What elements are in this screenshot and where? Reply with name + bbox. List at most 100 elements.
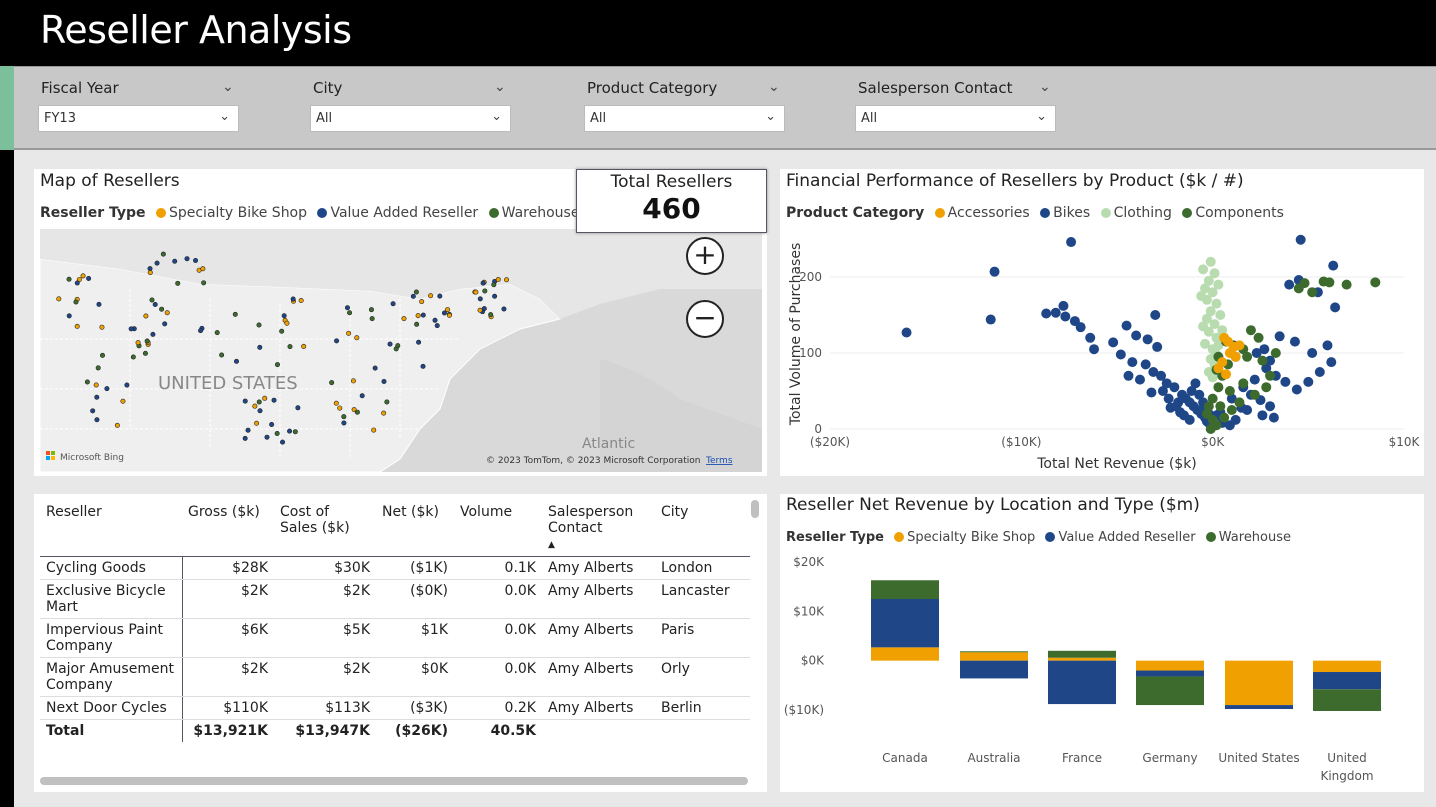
reseller-marker[interactable] bbox=[96, 301, 102, 307]
scatter-point[interactable] bbox=[1207, 372, 1218, 383]
scatter-point[interactable] bbox=[1322, 340, 1333, 351]
scatter-point[interactable] bbox=[1205, 424, 1216, 434]
scatter-point[interactable] bbox=[1249, 374, 1260, 385]
scatter-point[interactable] bbox=[1303, 376, 1314, 387]
reseller-marker[interactable] bbox=[74, 323, 80, 329]
reseller-marker[interactable] bbox=[254, 420, 260, 426]
map-terms-link[interactable]: Terms bbox=[705, 456, 733, 466]
chevron-down-icon[interactable]: ⌄ bbox=[222, 79, 234, 95]
reseller-marker[interactable] bbox=[390, 301, 396, 307]
scatter-point[interactable] bbox=[1213, 351, 1224, 362]
scatter-point[interactable] bbox=[1108, 337, 1119, 348]
bar-segment[interactable] bbox=[1313, 672, 1381, 690]
reseller-marker[interactable] bbox=[301, 343, 307, 349]
scatter-point[interactable] bbox=[1211, 349, 1222, 360]
reseller-marker[interactable] bbox=[428, 293, 434, 299]
scatter-point[interactable] bbox=[1173, 397, 1184, 408]
bar-segment[interactable] bbox=[1313, 689, 1381, 711]
scatter-point[interactable] bbox=[1222, 336, 1233, 347]
scatter-point[interactable] bbox=[1251, 348, 1262, 358]
scatter-point[interactable] bbox=[1234, 340, 1245, 351]
scatter-point[interactable] bbox=[1203, 401, 1214, 412]
reseller-marker[interactable] bbox=[387, 341, 393, 347]
scatter-point[interactable] bbox=[1205, 306, 1216, 317]
scatter-point[interactable] bbox=[1198, 264, 1209, 275]
scatter-point[interactable] bbox=[1171, 401, 1182, 412]
scatter-point[interactable] bbox=[1242, 405, 1253, 415]
bar-segment[interactable] bbox=[1136, 660, 1204, 671]
reseller-marker[interactable] bbox=[234, 358, 240, 364]
zoom-in-button[interactable]: + bbox=[686, 237, 724, 275]
reseller-marker[interactable] bbox=[359, 393, 365, 399]
scatter-point[interactable] bbox=[1265, 355, 1276, 366]
table-row[interactable]: Major Amusement Company $2K $2K $0K 0.0K Amy … bbox=[40, 657, 750, 697]
scatter-point[interactable] bbox=[1221, 336, 1232, 347]
reseller-marker[interactable] bbox=[114, 422, 120, 428]
reseller-marker[interactable] bbox=[279, 328, 285, 334]
bar-segment[interactable] bbox=[960, 651, 1028, 653]
reseller-marker[interactable] bbox=[274, 362, 280, 368]
vertical-scrollbar[interactable] bbox=[751, 500, 759, 518]
scatter-point[interactable] bbox=[1318, 276, 1329, 287]
scatter-point[interactable] bbox=[1257, 410, 1268, 421]
reseller-marker[interactable] bbox=[264, 434, 270, 440]
scatter-point[interactable] bbox=[1163, 393, 1174, 404]
scatter-point[interactable] bbox=[1217, 357, 1228, 368]
reseller-marker[interactable] bbox=[329, 380, 335, 386]
reseller-marker[interactable] bbox=[95, 365, 101, 371]
scatter-point[interactable] bbox=[1211, 420, 1222, 431]
scatter-point[interactable] bbox=[1152, 341, 1163, 352]
zoom-out-button[interactable]: − bbox=[686, 300, 724, 338]
legend-item[interactable]: Specialty Bike Shop bbox=[169, 205, 307, 221]
scatter-point[interactable] bbox=[1207, 344, 1218, 355]
column-header[interactable]: Cost of Sales ($k) bbox=[274, 504, 376, 557]
reseller-marker[interactable] bbox=[86, 275, 92, 281]
scatter-point[interactable] bbox=[1186, 386, 1197, 396]
legend-item[interactable]: Components bbox=[1195, 205, 1284, 221]
reseller-marker[interactable] bbox=[295, 405, 301, 411]
reseller-marker[interactable] bbox=[473, 289, 479, 295]
reseller-marker[interactable] bbox=[287, 344, 293, 350]
scatter-point[interactable] bbox=[1200, 402, 1211, 413]
reseller-marker[interactable] bbox=[419, 299, 425, 305]
scatter-point[interactable] bbox=[1207, 414, 1218, 425]
reseller-marker[interactable] bbox=[413, 289, 419, 295]
scatter-point[interactable] bbox=[1238, 378, 1249, 389]
scatter-point[interactable] bbox=[1249, 389, 1260, 400]
bar-segment[interactable] bbox=[871, 580, 939, 599]
reseller-table-visual[interactable]: Reseller Gross ($k) Cost of Sales ($k) N… bbox=[34, 494, 767, 792]
scatter-point[interactable] bbox=[1131, 330, 1142, 341]
reseller-marker[interactable] bbox=[395, 343, 401, 349]
scatter-point[interactable] bbox=[1270, 348, 1281, 358]
reseller-marker[interactable] bbox=[144, 338, 150, 344]
scatter-point[interactable] bbox=[1330, 302, 1341, 313]
scatter-point[interactable] bbox=[1245, 325, 1256, 336]
reseller-marker[interactable] bbox=[292, 429, 298, 435]
scatter-point[interactable] bbox=[1150, 310, 1161, 320]
scatter-point[interactable] bbox=[1307, 348, 1318, 358]
reseller-marker[interactable] bbox=[256, 322, 262, 328]
reseller-marker[interactable] bbox=[350, 378, 356, 384]
product-category-dropdown[interactable]: All ⌄ bbox=[584, 105, 785, 132]
scatter-point[interactable] bbox=[1196, 291, 1207, 301]
scatter-point[interactable] bbox=[1201, 294, 1212, 305]
table-row[interactable]: Next Door Cycles $110K $113K ($3K) 0.2K Amy A… bbox=[40, 696, 750, 720]
scatter-point[interactable] bbox=[1123, 370, 1134, 381]
reseller-marker[interactable] bbox=[347, 310, 353, 316]
reseller-marker[interactable] bbox=[232, 311, 238, 317]
reseller-marker[interactable] bbox=[298, 297, 304, 303]
scatter-point[interactable] bbox=[1140, 359, 1151, 370]
reseller-marker[interactable] bbox=[94, 394, 100, 400]
reseller-marker[interactable] bbox=[504, 277, 510, 283]
reseller-marker[interactable] bbox=[242, 435, 248, 441]
scatter-point[interactable] bbox=[1177, 389, 1188, 400]
reseller-marker[interactable] bbox=[354, 335, 360, 341]
scatter-point[interactable] bbox=[1213, 364, 1224, 375]
scatter-point[interactable] bbox=[1257, 355, 1268, 366]
reseller-marker[interactable] bbox=[214, 330, 220, 336]
scatter-point[interactable] bbox=[1222, 359, 1233, 370]
bar-chart-visual[interactable]: Reseller Net Revenue by Location and Typ… bbox=[780, 494, 1424, 792]
scatter-point[interactable] bbox=[1261, 382, 1272, 393]
scatter-point[interactable] bbox=[1265, 401, 1276, 412]
scatter-point[interactable] bbox=[1289, 336, 1300, 347]
